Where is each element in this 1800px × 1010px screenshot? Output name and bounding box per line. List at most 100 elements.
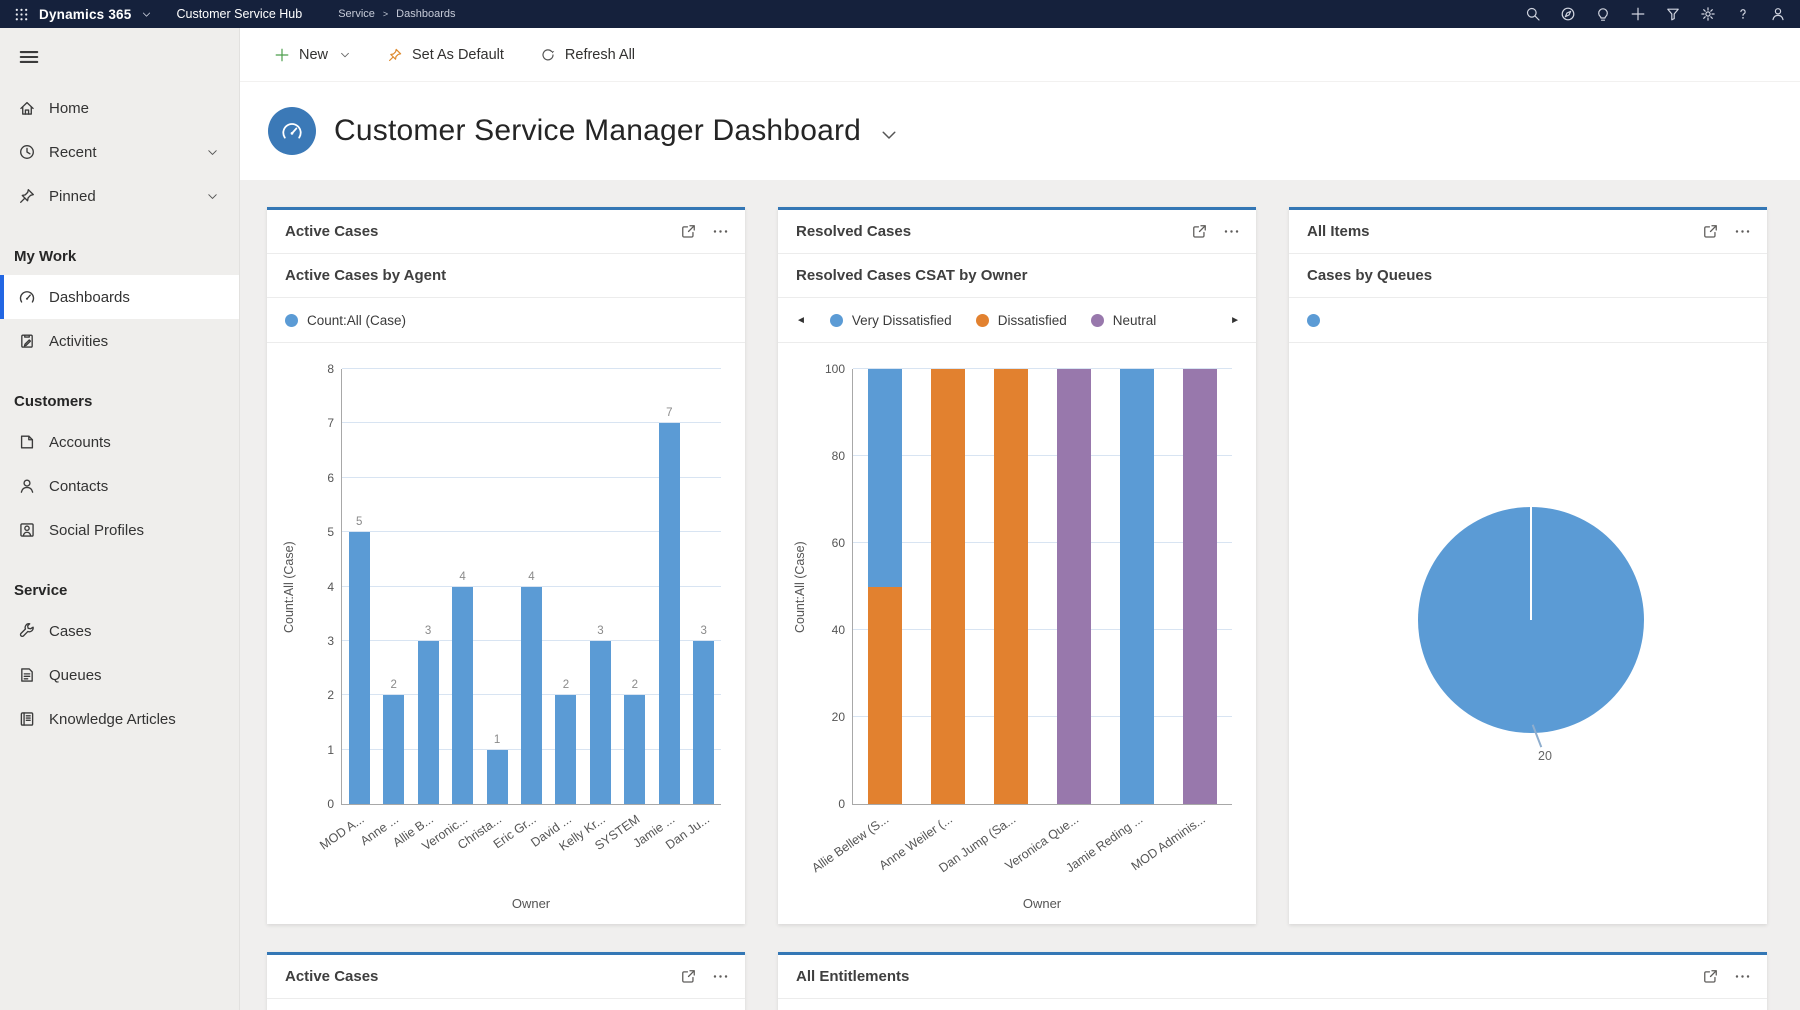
- bar[interactable]: [931, 369, 965, 804]
- legend-dot: [285, 314, 298, 327]
- command-bar: New Set As Default Refresh All: [240, 28, 1800, 82]
- sidebar-item-queues[interactable]: Queues: [0, 653, 239, 697]
- pie-slice[interactable]: [1418, 507, 1644, 733]
- bar[interactable]: 5: [349, 369, 370, 804]
- legend-dot: [976, 314, 989, 327]
- y-tick-label: 3: [327, 634, 334, 648]
- filter-icon[interactable]: [1665, 6, 1681, 22]
- bar-segment[interactable]: [349, 532, 370, 804]
- bar[interactable]: [994, 369, 1028, 804]
- bar-segment[interactable]: [868, 369, 902, 587]
- bar-segment[interactable]: [1057, 369, 1091, 804]
- bar-segment[interactable]: [659, 423, 680, 804]
- search-icon[interactable]: [1525, 6, 1541, 22]
- x-tick-label: Anne ...: [376, 808, 411, 896]
- y-tick-label: 100: [825, 362, 845, 376]
- bar-segment[interactable]: [624, 695, 645, 804]
- bar[interactable]: [1120, 369, 1154, 804]
- bar[interactable]: 1: [487, 369, 508, 804]
- app-name[interactable]: Dynamics 365: [39, 7, 131, 22]
- sidebar-item-pinned[interactable]: Pinned: [0, 174, 239, 218]
- refresh-all-button[interactable]: Refresh All: [526, 40, 649, 70]
- sidebar-item-home[interactable]: Home: [0, 86, 239, 130]
- topbar-actions: [1525, 6, 1786, 22]
- sidebar-item-activities[interactable]: Activities: [0, 319, 239, 363]
- new-button[interactable]: New: [260, 40, 365, 70]
- bar[interactable]: 4: [452, 369, 473, 804]
- guided-tour-icon[interactable]: [1560, 6, 1576, 22]
- popout-icon[interactable]: [1191, 223, 1208, 240]
- bar-segment[interactable]: [555, 695, 576, 804]
- ellipsis-icon[interactable]: [712, 968, 729, 985]
- breadcrumb-service[interactable]: Service: [338, 8, 375, 20]
- sidebar-item-label: Social Profiles: [49, 522, 239, 539]
- chevron-down-icon[interactable]: [206, 190, 219, 203]
- popout-icon[interactable]: [1702, 968, 1719, 985]
- sidebar-item-label: Recent: [49, 144, 206, 161]
- chevron-down-icon[interactable]: [141, 9, 152, 20]
- hamburger-menu-icon[interactable]: [18, 46, 40, 68]
- bar[interactable]: 3: [590, 369, 611, 804]
- legend-prev-icon[interactable]: ◄: [796, 315, 806, 326]
- popout-icon[interactable]: [680, 968, 697, 985]
- ellipsis-icon[interactable]: [1734, 223, 1751, 240]
- dashboard-selector-chevron-icon[interactable]: [879, 125, 899, 145]
- bar-segment[interactable]: [487, 750, 508, 804]
- bar-slot: 3: [687, 369, 721, 804]
- bar-segment[interactable]: [418, 641, 439, 804]
- bar[interactable]: 2: [624, 369, 645, 804]
- bar-segment[interactable]: [994, 369, 1028, 804]
- bar-slot: 4: [514, 369, 548, 804]
- sidebar-item-knowledge-articles[interactable]: Knowledge Articles: [0, 697, 239, 741]
- chevron-down-icon[interactable]: [206, 146, 219, 159]
- settings-icon[interactable]: [1700, 6, 1716, 22]
- popout-icon[interactable]: [680, 223, 697, 240]
- card-actions: [1191, 223, 1240, 240]
- bar-segment[interactable]: [693, 641, 714, 804]
- sidebar-item-contacts[interactable]: Contacts: [0, 464, 239, 508]
- sidebar-item-cases[interactable]: Cases: [0, 609, 239, 653]
- hub-name[interactable]: Customer Service Hub: [176, 7, 302, 21]
- bar[interactable]: [868, 369, 902, 804]
- x-axis-title: Owner: [852, 896, 1232, 916]
- dashboard-content: Active Cases Active Cases by Agent Count…: [240, 180, 1800, 1010]
- bar-segment[interactable]: [868, 587, 902, 805]
- bar[interactable]: 7: [659, 369, 680, 804]
- set-as-default-button[interactable]: Set As Default: [373, 40, 518, 70]
- ellipsis-icon[interactable]: [1734, 968, 1751, 985]
- bar[interactable]: 4: [521, 369, 542, 804]
- bar-segment[interactable]: [590, 641, 611, 804]
- bar[interactable]: [1183, 369, 1217, 804]
- bar[interactable]: [1057, 369, 1091, 804]
- add-icon[interactable]: [1630, 6, 1646, 22]
- bar[interactable]: 3: [418, 369, 439, 804]
- sidebar-item-accounts[interactable]: Accounts: [0, 420, 239, 464]
- bar[interactable]: 3: [693, 369, 714, 804]
- card-title: All Items: [1307, 223, 1702, 240]
- bar[interactable]: 2: [383, 369, 404, 804]
- sidebar-item-dashboards[interactable]: Dashboards: [0, 275, 239, 319]
- ellipsis-icon[interactable]: [1223, 223, 1240, 240]
- bar[interactable]: 2: [555, 369, 576, 804]
- lightbulb-icon[interactable]: [1595, 6, 1611, 22]
- y-tick-label: 7: [327, 416, 334, 430]
- bar-slot: [1043, 369, 1106, 804]
- bar-segment[interactable]: [521, 587, 542, 805]
- legend-next-icon[interactable]: ►: [1230, 315, 1240, 326]
- ellipsis-icon[interactable]: [712, 223, 729, 240]
- legend-item: Dissatisfied: [976, 313, 1067, 328]
- bar-segment[interactable]: [931, 369, 965, 804]
- sidebar-item-recent[interactable]: Recent: [0, 130, 239, 174]
- sidebar-item-social-profiles[interactable]: Social Profiles: [0, 508, 239, 552]
- bar-segment[interactable]: [383, 695, 404, 804]
- account-icon[interactable]: [1770, 6, 1786, 22]
- bar-slot: 2: [618, 369, 652, 804]
- popout-icon[interactable]: [1702, 223, 1719, 240]
- bar-segment[interactable]: [1183, 369, 1217, 804]
- breadcrumb-dashboards[interactable]: Dashboards: [396, 8, 455, 20]
- app-launcher-waffle-icon[interactable]: [14, 7, 29, 22]
- breadcrumb: Service > Dashboards: [338, 8, 455, 20]
- bar-segment[interactable]: [1120, 369, 1154, 804]
- bar-segment[interactable]: [452, 587, 473, 805]
- help-icon[interactable]: [1735, 6, 1751, 22]
